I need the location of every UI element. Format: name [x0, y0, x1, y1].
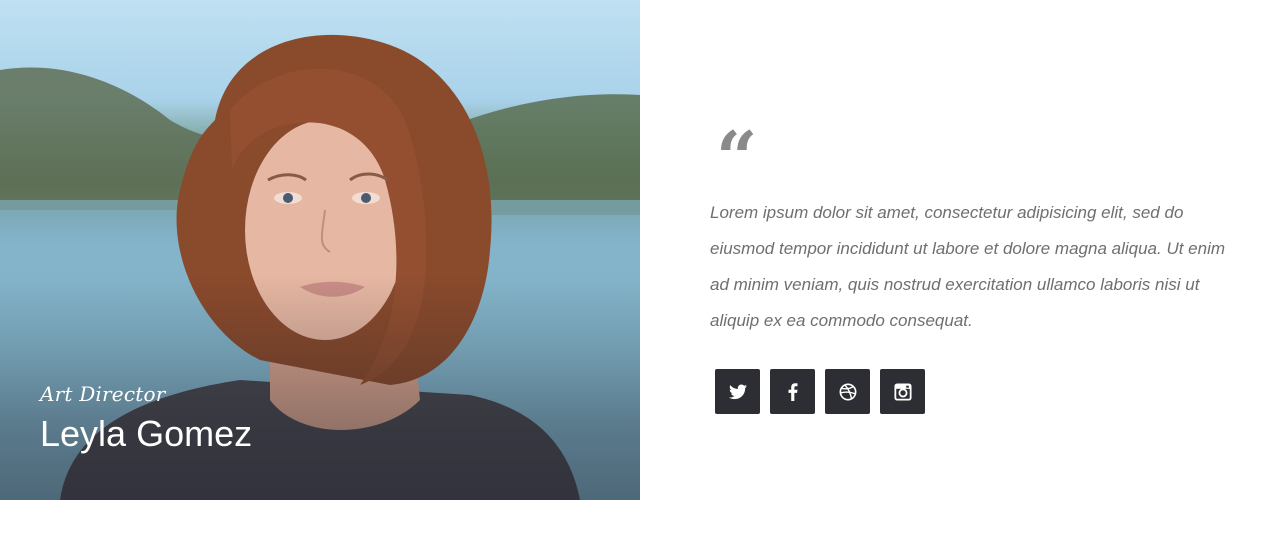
team-member-section: Art Director Leyla Gomez “ Lorem ipsum d… — [0, 0, 1280, 540]
instagram-button[interactable] — [880, 369, 925, 414]
quote-icon: “ — [716, 115, 758, 200]
testimonial-text: Lorem ipsum dolor sit amet, consectetur … — [710, 203, 1226, 330]
member-name: Leyla Gomez — [40, 413, 253, 454]
profile-photo: Art Director Leyla Gomez — [0, 0, 640, 500]
facebook-icon — [788, 382, 797, 401]
twitter-icon — [728, 384, 747, 399]
dribbble-icon — [839, 383, 856, 400]
instagram-icon — [893, 382, 912, 401]
twitter-button[interactable] — [715, 369, 760, 414]
facebook-button[interactable] — [770, 369, 815, 414]
dribbble-button[interactable] — [825, 369, 870, 414]
member-role: Art Director — [40, 382, 166, 406]
social-links — [715, 369, 925, 414]
